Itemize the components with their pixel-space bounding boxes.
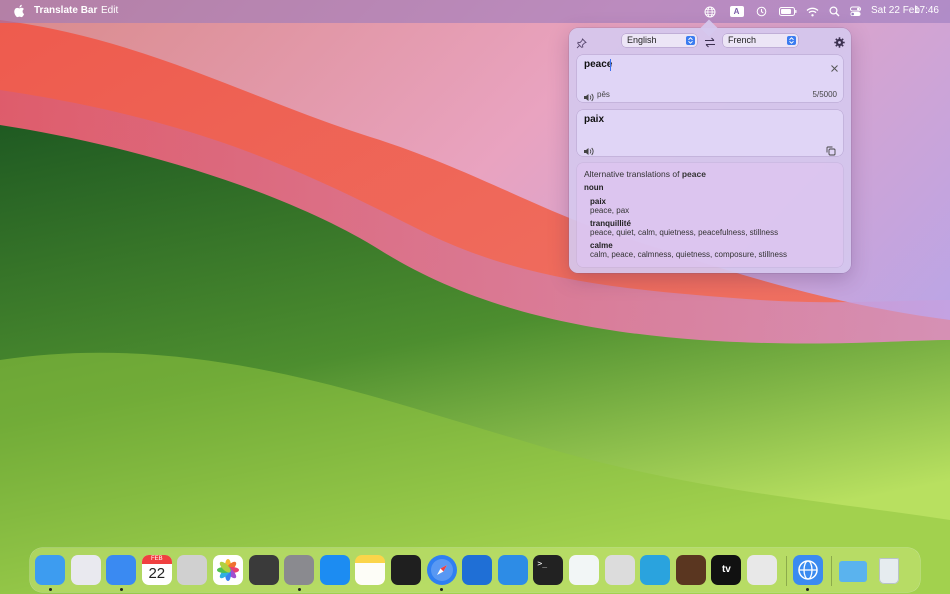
source-text[interactable]: peace bbox=[584, 59, 612, 70]
target-language-select[interactable]: French bbox=[723, 34, 798, 47]
running-indicator bbox=[440, 588, 444, 591]
notes-paper bbox=[355, 563, 386, 585]
finder-icon[interactable] bbox=[35, 555, 65, 585]
downloads-folder-icon[interactable] bbox=[838, 555, 868, 585]
alternative-synonyms: peace, quiet, calm, quietness, peacefuln… bbox=[590, 228, 779, 237]
source-speaker-icon[interactable] bbox=[583, 89, 594, 102]
alternative-synonyms: calm, peace, calmness, quietness, compos… bbox=[590, 250, 787, 259]
alternative-translations-panel: Alternative translations of peace noun p… bbox=[577, 163, 843, 267]
apple-tv-icon[interactable]: tv bbox=[711, 555, 742, 585]
source-language-select[interactable]: English bbox=[622, 34, 697, 47]
search-icon[interactable] bbox=[828, 3, 840, 20]
copy-icon[interactable] bbox=[826, 143, 836, 156]
translate-bar-icon[interactable] bbox=[792, 555, 823, 585]
calendar-month: FEB bbox=[141, 555, 172, 564]
sublime-text-icon[interactable] bbox=[248, 555, 279, 585]
simulator-icon[interactable] bbox=[747, 555, 777, 585]
trash-can bbox=[878, 558, 899, 584]
translation-speaker-icon[interactable] bbox=[583, 143, 594, 156]
running-indicator bbox=[297, 588, 301, 591]
character-count: 5/5000 bbox=[812, 90, 837, 99]
menubar-clock[interactable]: 17:46 bbox=[914, 5, 939, 16]
pin-icon[interactable] bbox=[576, 36, 588, 49]
safari-compass bbox=[430, 559, 453, 581]
apple-tv-label: tv bbox=[721, 564, 731, 575]
surfshark-icon[interactable] bbox=[569, 555, 599, 585]
dock-separator bbox=[831, 556, 833, 586]
app-name-menu[interactable]: Translate Bar bbox=[34, 5, 97, 16]
gear-icon[interactable] bbox=[834, 35, 845, 48]
part-of-speech: noun bbox=[584, 183, 604, 192]
activity-monitor-icon[interactable] bbox=[391, 555, 421, 585]
translation-text-area[interactable]: paix bbox=[577, 110, 843, 156]
calendar-icon[interactable]: FEB 22 bbox=[141, 555, 172, 585]
running-indicator bbox=[119, 588, 123, 591]
target-language-stepper-icon bbox=[787, 36, 796, 45]
alternatives-heading-prefix: Alternative translations of bbox=[584, 169, 680, 179]
folder-shape bbox=[839, 561, 868, 582]
terminal-prompt: >_ bbox=[537, 559, 548, 568]
xcode-icon[interactable] bbox=[462, 555, 493, 585]
alternative-word[interactable]: paix bbox=[590, 197, 606, 206]
translation-text[interactable]: paix bbox=[584, 114, 604, 125]
notes-icon[interactable] bbox=[355, 555, 386, 585]
terminal-icon[interactable]: >_ bbox=[533, 555, 564, 585]
running-indicator bbox=[806, 588, 810, 591]
launchpad-icon[interactable] bbox=[70, 555, 101, 585]
menu-edit[interactable]: Edit bbox=[101, 5, 118, 16]
globe-icon[interactable] bbox=[703, 3, 717, 20]
disk-utility-icon[interactable] bbox=[604, 555, 635, 585]
alternatives-heading-word: peace bbox=[681, 169, 706, 179]
translate-bar-globe bbox=[797, 560, 818, 580]
pronunciation-text: pēs bbox=[597, 90, 610, 99]
text-cursor bbox=[610, 59, 611, 71]
photos-flower bbox=[217, 559, 239, 581]
menubar-date[interactable]: Sat 22 Feb bbox=[871, 5, 920, 16]
trash-icon[interactable] bbox=[874, 555, 904, 585]
calculator-icon[interactable] bbox=[177, 555, 208, 585]
battery-icon[interactable] bbox=[778, 3, 797, 20]
fork-icon[interactable] bbox=[497, 555, 528, 585]
translate-popover: English French peace pēs 5/5000 paix Alt… bbox=[569, 19, 851, 273]
app-store-icon[interactable] bbox=[319, 555, 350, 585]
wifi-icon[interactable] bbox=[805, 3, 819, 20]
swap-languages-icon[interactable] bbox=[704, 35, 716, 48]
input-source-icon[interactable]: A bbox=[729, 3, 744, 20]
dock-separator bbox=[785, 556, 787, 586]
source-language-stepper-icon bbox=[686, 36, 695, 45]
safari-icon[interactable] bbox=[426, 555, 457, 585]
time-machine-icon[interactable] bbox=[755, 3, 768, 20]
apple-menu-icon[interactable] bbox=[13, 4, 25, 18]
running-indicator bbox=[48, 588, 52, 591]
system-settings-icon[interactable] bbox=[284, 555, 315, 585]
alternative-word[interactable]: tranquillité bbox=[590, 219, 631, 228]
dock: FEB 22 >_tv bbox=[30, 548, 920, 592]
control-center-icon[interactable] bbox=[849, 3, 861, 20]
calendar-day: 22 bbox=[148, 565, 166, 582]
clear-text-icon[interactable] bbox=[830, 60, 839, 72]
mail-icon[interactable] bbox=[106, 555, 137, 585]
target-language-label: French bbox=[728, 35, 757, 45]
instruments-icon[interactable] bbox=[675, 555, 706, 585]
photos-icon[interactable] bbox=[213, 555, 243, 585]
alternative-word[interactable]: calme bbox=[590, 241, 613, 250]
source-text-area[interactable]: peace pēs 5/5000 bbox=[577, 55, 843, 102]
alternative-synonyms: peace, pax bbox=[590, 206, 630, 215]
alternatives-heading: Alternative translations of peace bbox=[584, 169, 706, 179]
telegram-icon[interactable] bbox=[640, 555, 671, 585]
source-language-label: English bbox=[627, 35, 657, 45]
menu-bar: Translate Bar Edit A Sat 22 Feb 17:46 bbox=[0, 0, 950, 23]
